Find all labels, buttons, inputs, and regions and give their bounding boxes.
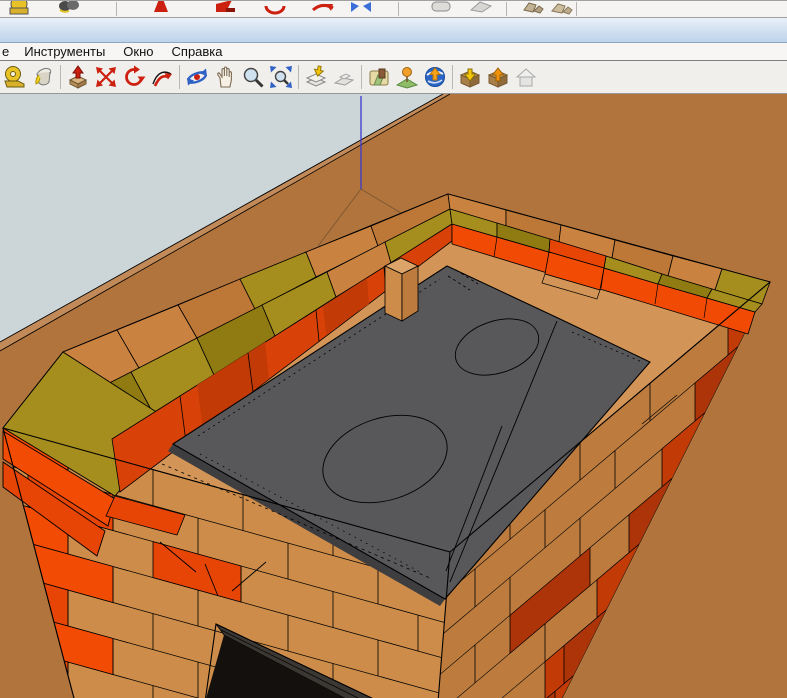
zoom-icon[interactable] bbox=[239, 63, 267, 91]
rocks-fragment-icon[interactable] bbox=[520, 0, 546, 16]
raised-brick bbox=[385, 258, 418, 321]
menu-item-help[interactable]: Справка bbox=[163, 43, 232, 60]
menu-item-fragment[interactable]: е bbox=[0, 43, 15, 60]
toolbar-separator bbox=[298, 65, 299, 89]
menu-item-window[interactable]: Окно bbox=[114, 43, 162, 60]
share-component-icon[interactable] bbox=[512, 63, 540, 91]
model-viewport[interactable] bbox=[0, 94, 787, 698]
rotate-red-fragment-icon[interactable] bbox=[262, 0, 288, 16]
window-titlebar bbox=[0, 18, 787, 43]
toolbar-separator bbox=[361, 65, 362, 89]
swoosh-red-fragment-icon[interactable] bbox=[310, 0, 336, 16]
push-pull-icon[interactable] bbox=[64, 63, 92, 91]
scale-blue-fragment-icon[interactable] bbox=[348, 0, 374, 16]
strip-separator bbox=[576, 2, 577, 16]
get-models-icon[interactable] bbox=[456, 63, 484, 91]
google-earth-icon[interactable] bbox=[421, 63, 449, 91]
main-toolbar bbox=[0, 61, 787, 94]
strip-separator bbox=[398, 2, 399, 16]
share-model-icon[interactable] bbox=[484, 63, 512, 91]
toolbar-separator bbox=[452, 65, 453, 89]
flag-red-fragment-icon[interactable] bbox=[212, 0, 238, 16]
cropped-toolbar-strip bbox=[0, 0, 787, 18]
strip-separator bbox=[116, 2, 117, 16]
arrow-red-fragment-icon[interactable] bbox=[148, 0, 174, 16]
capsule-gray-fragment-icon[interactable] bbox=[468, 0, 494, 16]
tape-fragment-icon[interactable] bbox=[6, 0, 32, 16]
application-window: е Инструменты Окно Справка bbox=[0, 0, 787, 698]
stamp-icon[interactable] bbox=[330, 63, 358, 91]
toolbar-separator bbox=[60, 65, 61, 89]
move-icon[interactable] bbox=[92, 63, 120, 91]
toggle-terrain-icon[interactable] bbox=[393, 63, 421, 91]
tape-measure-icon[interactable] bbox=[1, 63, 29, 91]
scene-canvas bbox=[0, 94, 787, 698]
add-location-icon[interactable] bbox=[365, 63, 393, 91]
rotate-icon[interactable] bbox=[120, 63, 148, 91]
eraser-fragment-icon[interactable] bbox=[56, 0, 82, 16]
menu-item-tools[interactable]: Инструменты bbox=[15, 43, 114, 60]
rocks2-fragment-icon[interactable] bbox=[548, 0, 574, 16]
offset-gray-fragment-icon[interactable] bbox=[428, 0, 454, 16]
toolbar-separator bbox=[179, 65, 180, 89]
orbit-icon[interactable] bbox=[183, 63, 211, 91]
menubar: е Инструменты Окно Справка bbox=[0, 43, 787, 61]
paint-bucket-icon[interactable] bbox=[29, 63, 57, 91]
strip-separator bbox=[506, 2, 507, 16]
pan-icon[interactable] bbox=[211, 63, 239, 91]
zoom-extents-icon[interactable] bbox=[267, 63, 295, 91]
follow-me-icon[interactable] bbox=[148, 63, 176, 91]
drape-icon[interactable] bbox=[302, 63, 330, 91]
